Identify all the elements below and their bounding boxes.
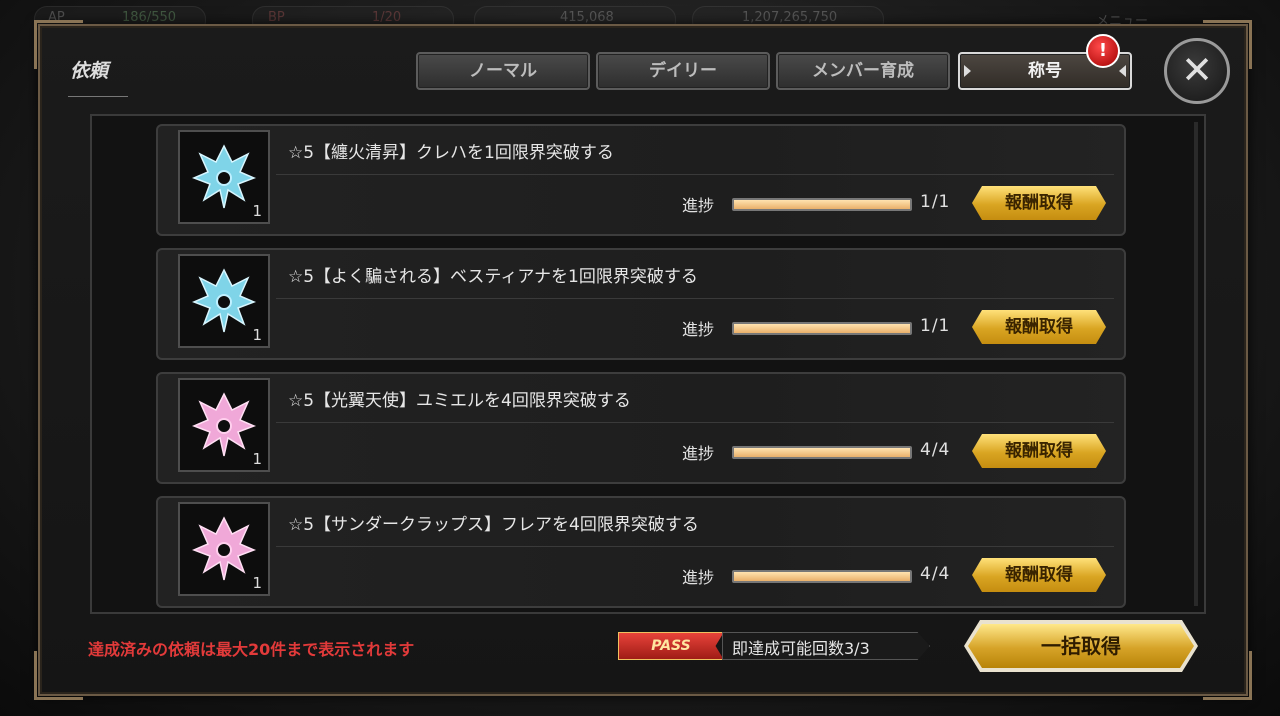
progress-label: 進捗 [682, 568, 715, 587]
currency-value-2: 1,207,265,750 [742, 10, 838, 25]
frame-corner [34, 651, 83, 700]
bulk-claim-button[interactable]: 一括取得 [968, 624, 1194, 668]
quest-dialog: 依頼 ノーマル デイリー メンバー育成 称号 ! ✕ 1 ☆5【纏火清昇】クレハ… [34, 20, 1252, 700]
currency-value-1: 415,068 [560, 10, 614, 25]
reward-quantity: 1 [252, 202, 262, 220]
close-button[interactable]: ✕ [1164, 38, 1230, 104]
ap-value: 186/550 [122, 10, 177, 25]
crest-blue-icon [191, 268, 257, 333]
crest-pink-icon [191, 516, 257, 581]
instant-complete-count: 即達成可能回数3/3 [732, 639, 870, 658]
claim-reward-button[interactable]: 報酬取得 [972, 310, 1106, 344]
alert-icon: ! [1086, 34, 1120, 68]
progress-value: 4/4 [920, 564, 951, 584]
reward-quantity: 1 [252, 574, 262, 592]
tab-normal[interactable]: ノーマル [416, 52, 590, 90]
tab-member-training[interactable]: メンバー育成 [776, 52, 950, 90]
reward-item[interactable]: 1 [178, 254, 270, 348]
quest-row: 1 ☆5【サンダークラップス】フレアを4回限界突破する 進捗 4/4 報酬取得 [156, 496, 1126, 608]
progress-value: 1/1 [920, 316, 951, 336]
reward-quantity: 1 [252, 326, 262, 344]
tab-daily[interactable]: デイリー [596, 52, 770, 90]
progress-bar [732, 570, 912, 583]
row-divider [276, 422, 1114, 423]
row-divider [276, 174, 1114, 175]
quest-description: ☆5【纏火清昇】クレハを1回限界突破する [288, 143, 614, 163]
claim-reward-button[interactable]: 報酬取得 [972, 558, 1106, 592]
reward-item[interactable]: 1 [178, 378, 270, 472]
quest-row: 1 ☆5【よく騙される】ベスティアナを1回限界突破する 進捗 1/1 報酬取得 [156, 248, 1126, 360]
quest-row: 1 ☆5【光翼天使】ユミエルを4回限界突破する 進捗 4/4 報酬取得 [156, 372, 1126, 484]
progress-fill [734, 572, 910, 581]
progress-bar [732, 446, 912, 459]
row-divider [276, 546, 1114, 547]
claim-reward-button[interactable]: 報酬取得 [972, 434, 1106, 468]
quest-row: 1 ☆5【纏火清昇】クレハを1回限界突破する 進捗 1/1 報酬取得 [156, 124, 1126, 236]
bp-label: BP [268, 10, 285, 25]
progress-fill [734, 200, 910, 209]
progress-label: 進捗 [682, 320, 715, 339]
crest-blue-icon [191, 144, 257, 209]
progress-bar [732, 322, 912, 335]
reward-item[interactable]: 1 [178, 130, 270, 224]
progress-value: 1/1 [920, 192, 951, 212]
progress-value: 4/4 [920, 440, 951, 460]
claim-reward-button[interactable]: 報酬取得 [972, 186, 1106, 220]
row-divider [276, 298, 1114, 299]
bp-value: 1/20 [372, 10, 402, 25]
dialog-title: 依頼 [70, 60, 109, 82]
reward-item[interactable]: 1 [178, 502, 270, 596]
display-limit-notice: 達成済みの依頼は最大20件まで表示されます [88, 640, 415, 659]
progress-bar [732, 198, 912, 211]
pass-badge: PASS [618, 632, 724, 660]
title-ornament [68, 96, 128, 105]
progress-fill [734, 324, 910, 333]
progress-fill [734, 448, 910, 457]
quest-description: ☆5【サンダークラップス】フレアを4回限界突破する [288, 515, 699, 535]
reward-quantity: 1 [252, 450, 262, 468]
quest-description: ☆5【よく騙される】ベスティアナを1回限界突破する [288, 267, 698, 287]
progress-label: 進捗 [682, 444, 715, 463]
quest-description: ☆5【光翼天使】ユミエルを4回限界突破する [288, 391, 631, 411]
crest-pink-icon [191, 392, 257, 457]
progress-label: 進捗 [682, 196, 715, 215]
frame-corner [1203, 651, 1252, 700]
